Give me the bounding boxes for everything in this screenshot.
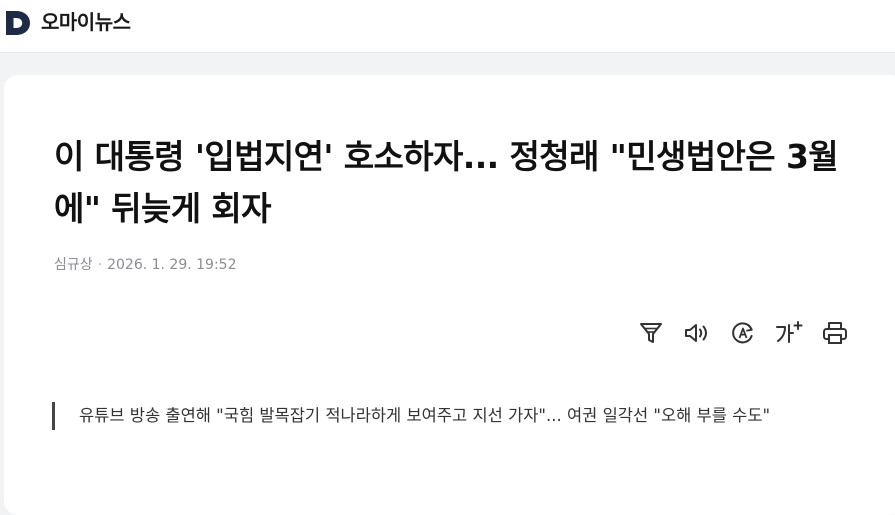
publish-datetime: 2026. 1. 29. 19:52 bbox=[107, 257, 237, 273]
byline-separator: · bbox=[97, 257, 103, 273]
translate-icon bbox=[732, 322, 753, 344]
article-card: 이 대통령 '입법지연' 호소하자... 정청래 "민생법안은 3월에" 뒤늦게… bbox=[4, 75, 895, 515]
font-size-button[interactable] bbox=[774, 318, 804, 348]
article-headline: 이 대통령 '입법지연' 호소하자... 정청래 "민생법안은 3월에" 뒤늦게… bbox=[54, 137, 839, 228]
translate-button[interactable] bbox=[728, 318, 758, 348]
speaker-icon bbox=[685, 324, 707, 342]
article-toolbar bbox=[636, 316, 850, 350]
listen-button[interactable] bbox=[682, 318, 712, 348]
summary-filter-button[interactable] bbox=[636, 318, 666, 348]
daum-logo[interactable] bbox=[4, 9, 32, 37]
logo-mark bbox=[6, 11, 30, 35]
site-name[interactable]: 오마이뉴스 bbox=[41, 10, 131, 34]
font-size-icon bbox=[776, 321, 803, 343]
print-button[interactable] bbox=[820, 318, 850, 348]
byline: 심규상 · 2026. 1. 29. 19:52 bbox=[54, 256, 237, 274]
filter-icon bbox=[640, 323, 662, 343]
article-subheadline: 유튜브 방송 출연해 "국힘 발목잡기 적나라하게 보여주고 지선 가자"...… bbox=[52, 402, 879, 430]
print-icon bbox=[823, 322, 847, 344]
author-name[interactable]: 심규상 bbox=[54, 257, 93, 273]
site-header: 오마이뉴스 bbox=[0, 0, 895, 53]
